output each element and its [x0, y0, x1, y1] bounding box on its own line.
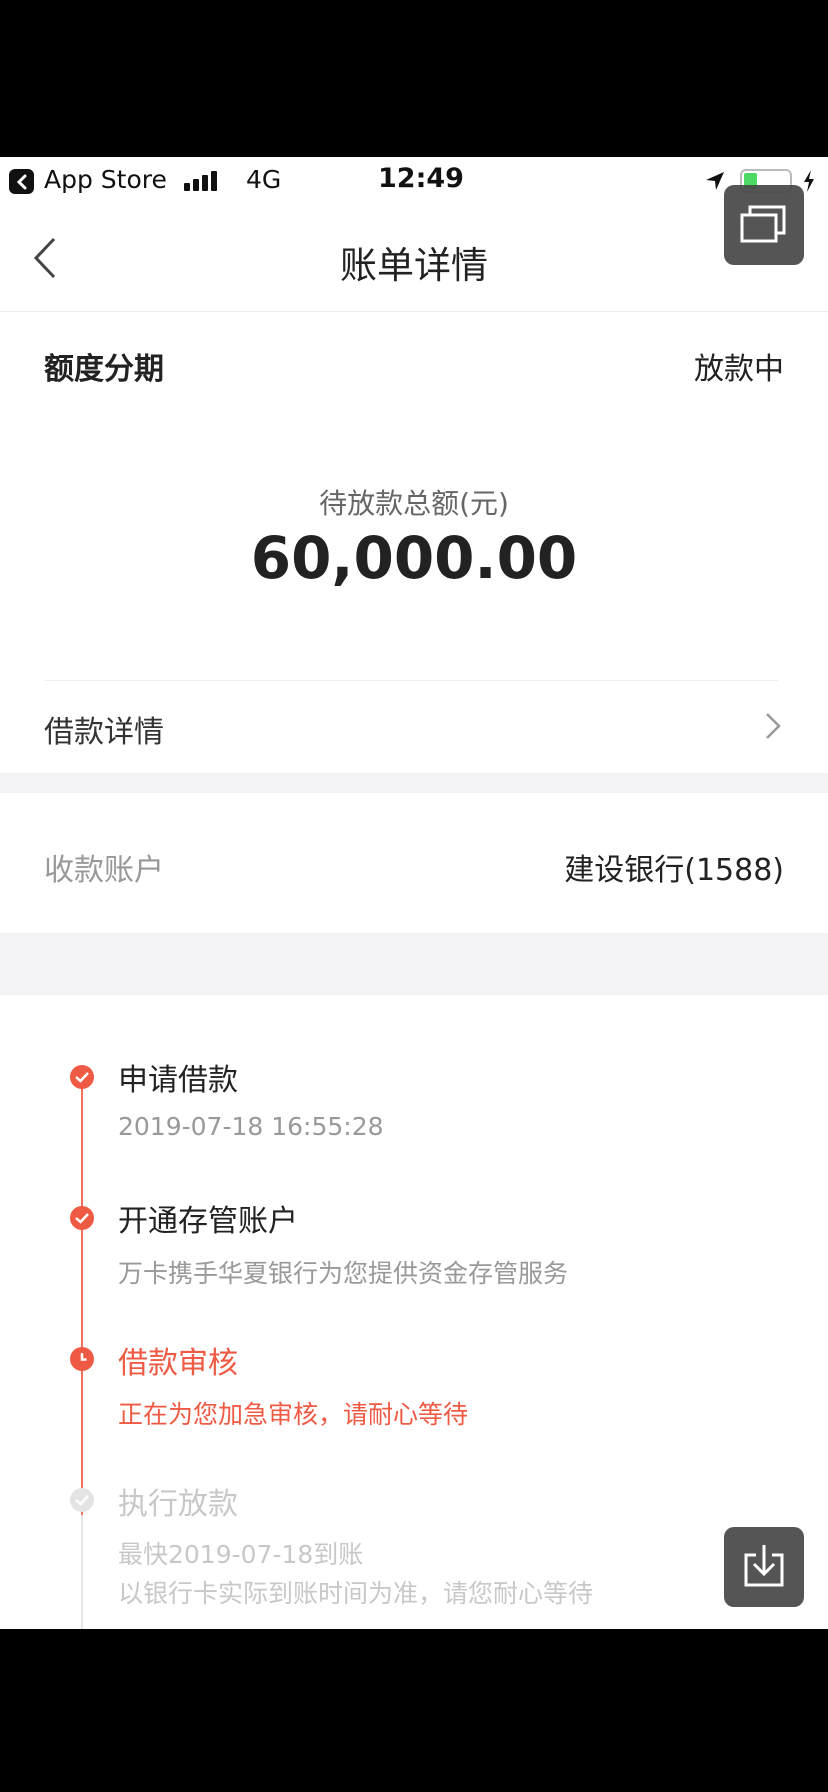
- pending-check-icon: [70, 1488, 94, 1512]
- signal-icon: [184, 171, 224, 191]
- save-download-button[interactable]: [724, 1527, 804, 1607]
- receiving-account-row: 收款账户 建设银行(1588): [0, 793, 828, 933]
- charging-icon: [804, 170, 814, 192]
- step-subtitle-active: 正在为您加急审核，请耐心等待: [118, 1400, 469, 1429]
- section-gap: [0, 773, 828, 793]
- chevron-right-icon: [766, 713, 781, 739]
- step-title: 申请借款: [118, 1063, 238, 1098]
- network-type: 4G: [246, 165, 282, 194]
- step-title-pending: 执行放款: [118, 1487, 238, 1522]
- status-bar: App Store 4G 12:49: [0, 157, 828, 205]
- location-icon: [706, 172, 724, 190]
- back-to-app-label[interactable]: App Store: [44, 165, 167, 194]
- loan-detail-row[interactable]: 借款详情: [0, 681, 828, 773]
- step-title: 开通存管账户: [118, 1204, 298, 1239]
- app-screen: App Store 4G 12:49 账单详情 额度分期 放款中 待放款总额(元…: [0, 157, 828, 1629]
- download-icon: [744, 1545, 784, 1587]
- amount-value: 60,000.00: [250, 524, 578, 592]
- step-subtitle-pending-note: 以银行卡实际到账时间为准，请您耐心等待: [118, 1579, 594, 1608]
- clock: 12:49: [378, 163, 464, 194]
- step-title-active: 借款审核: [118, 1346, 238, 1381]
- copy-window-icon: [740, 205, 786, 243]
- timeline-line-pending: [81, 1515, 83, 1629]
- step-subtitle-pending: 最快2019-07-18到账: [118, 1540, 364, 1569]
- account-label: 收款账户: [44, 853, 164, 888]
- plan-status: 放款中: [694, 352, 784, 387]
- loan-detail-label: 借款详情: [44, 715, 164, 750]
- page-title: 账单详情: [340, 244, 488, 287]
- back-to-app-icon[interactable]: [9, 169, 34, 194]
- amount-label: 待放款总额(元): [319, 487, 509, 520]
- plan-label: 额度分期: [44, 352, 164, 387]
- clock-icon: [70, 1347, 94, 1371]
- step-subtitle: 万卡携手华夏银行为您提供资金存管服务: [118, 1259, 569, 1288]
- step-subtitle: 2019-07-18 16:55:28: [118, 1112, 384, 1141]
- floating-window-button[interactable]: [724, 185, 804, 265]
- section-gap: [0, 933, 828, 995]
- timeline-line: [81, 1075, 83, 1515]
- account-value: 建设银行(1588): [564, 853, 784, 888]
- check-icon: [70, 1065, 94, 1089]
- check-icon: [70, 1206, 94, 1230]
- nav-bar: 账单详情: [0, 205, 828, 312]
